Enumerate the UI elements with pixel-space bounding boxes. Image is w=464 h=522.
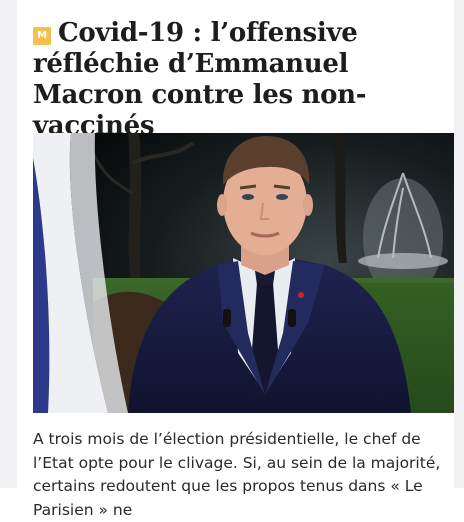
headline-text: Covid-19 : l’offensive réfléchie d’Emman… bbox=[33, 18, 367, 141]
left-rail bbox=[0, 0, 17, 488]
article-lede: A trois mois de l’élection présidentiell… bbox=[33, 430, 441, 519]
article-headline-link[interactable]: M Covid-19 : l’offensive réfléchie d’Emma… bbox=[33, 18, 454, 142]
photo-illustration bbox=[33, 133, 454, 413]
le-monde-m-icon: M bbox=[33, 27, 51, 45]
right-rail bbox=[454, 0, 464, 488]
article-photo[interactable] bbox=[33, 133, 454, 413]
article-header: M Covid-19 : l’offensive réfléchie d’Emma… bbox=[33, 18, 454, 142]
